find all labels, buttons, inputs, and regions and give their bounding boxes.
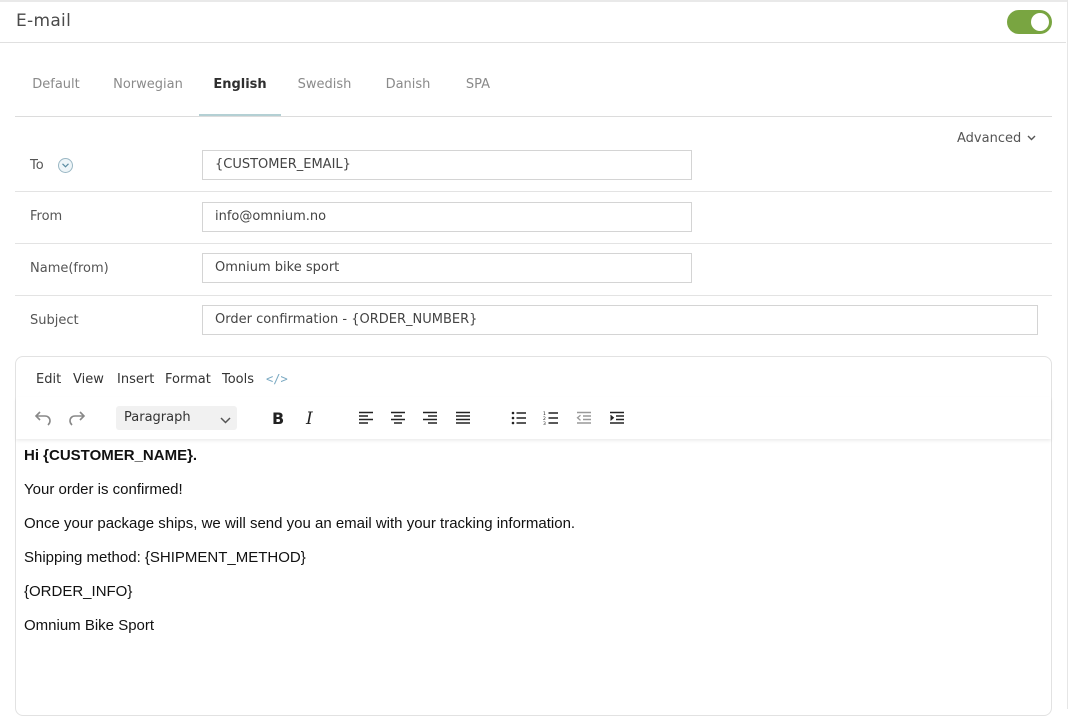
indent-icon[interactable]	[605, 407, 629, 429]
menu-format[interactable]: Format	[165, 372, 211, 387]
svg-text:B: B	[272, 410, 284, 426]
order-info-line: {ORDER_INFO}	[24, 583, 133, 600]
tab-default[interactable]: Default	[15, 56, 97, 116]
from-input[interactable]: info@omnium.no	[202, 202, 692, 232]
language-tabs: Default Norwegian English Swedish Danish…	[15, 56, 1052, 117]
menu-edit[interactable]: Edit	[36, 372, 61, 387]
source-code-icon[interactable]: </>	[266, 372, 288, 386]
bold-icon[interactable]: B	[266, 407, 290, 429]
tab-english[interactable]: English	[199, 56, 281, 116]
editor-menubar: Edit View Insert Format Tools </>	[16, 357, 1051, 397]
tab-spa[interactable]: SPA	[453, 56, 503, 116]
rich-text-editor: Edit View Insert Format Tools </> Paragr…	[15, 356, 1052, 716]
confirmation-line: Your order is confirmed!	[24, 481, 183, 498]
to-row: To {CUSTOMER_EMAIL}	[15, 140, 1052, 192]
align-center-icon[interactable]	[386, 407, 410, 429]
align-left-icon[interactable]	[354, 407, 378, 429]
toggle-knob	[1031, 13, 1049, 31]
svg-text:I: I	[305, 410, 313, 426]
block-format-value: Paragraph	[124, 410, 191, 425]
expand-recipients-icon[interactable]	[58, 158, 73, 173]
bullet-list-icon[interactable]	[507, 407, 531, 429]
tab-norwegian[interactable]: Norwegian	[100, 56, 196, 116]
tab-swedish[interactable]: Swedish	[285, 56, 364, 116]
redo-icon[interactable]	[65, 407, 89, 429]
menu-view[interactable]: View	[73, 372, 104, 387]
signature-line: Omnium Bike Sport	[24, 617, 155, 634]
align-right-icon[interactable]	[418, 407, 442, 429]
name-from-label: Name(from)	[30, 261, 109, 276]
subject-input[interactable]: Order confirmation - {ORDER_NUMBER}	[202, 305, 1038, 335]
email-enabled-toggle[interactable]	[1007, 10, 1052, 34]
tracking-line: Once your package ships, we will send yo…	[24, 515, 576, 532]
numbered-list-icon[interactable]: 123	[539, 407, 563, 429]
undo-icon[interactable]	[31, 407, 55, 429]
greeting-line: Hi {CUSTOMER_NAME}.	[24, 447, 198, 464]
block-format-select[interactable]: Paragraph	[116, 406, 237, 430]
justify-icon[interactable]	[451, 407, 475, 429]
to-label: To	[30, 158, 44, 173]
name-from-input[interactable]: Omnium bike sport	[202, 253, 692, 283]
to-input[interactable]: {CUSTOMER_EMAIL}	[202, 150, 692, 180]
subject-label: Subject	[30, 313, 79, 328]
email-header: E-mail	[0, 2, 1066, 43]
name-from-row: Name(from) Omnium bike sport	[15, 244, 1052, 296]
tab-danish[interactable]: Danish	[370, 56, 446, 116]
italic-icon[interactable]: I	[298, 407, 322, 429]
menu-tools[interactable]: Tools	[222, 372, 254, 387]
subject-row: Subject Order confirmation - {ORDER_NUMB…	[15, 296, 1052, 346]
menu-insert[interactable]: Insert	[117, 372, 154, 387]
shipping-method-line: Shipping method: {SHIPMENT_METHOD}	[24, 549, 306, 566]
outdent-icon[interactable]	[572, 407, 596, 429]
from-label: From	[30, 209, 63, 224]
svg-text:3: 3	[543, 421, 546, 425]
editor-toolbar: Paragraph B I 123	[16, 397, 1051, 439]
from-row: From info@omnium.no	[15, 192, 1052, 244]
section-title: E-mail	[16, 11, 72, 31]
chevron-down-icon	[220, 411, 231, 435]
